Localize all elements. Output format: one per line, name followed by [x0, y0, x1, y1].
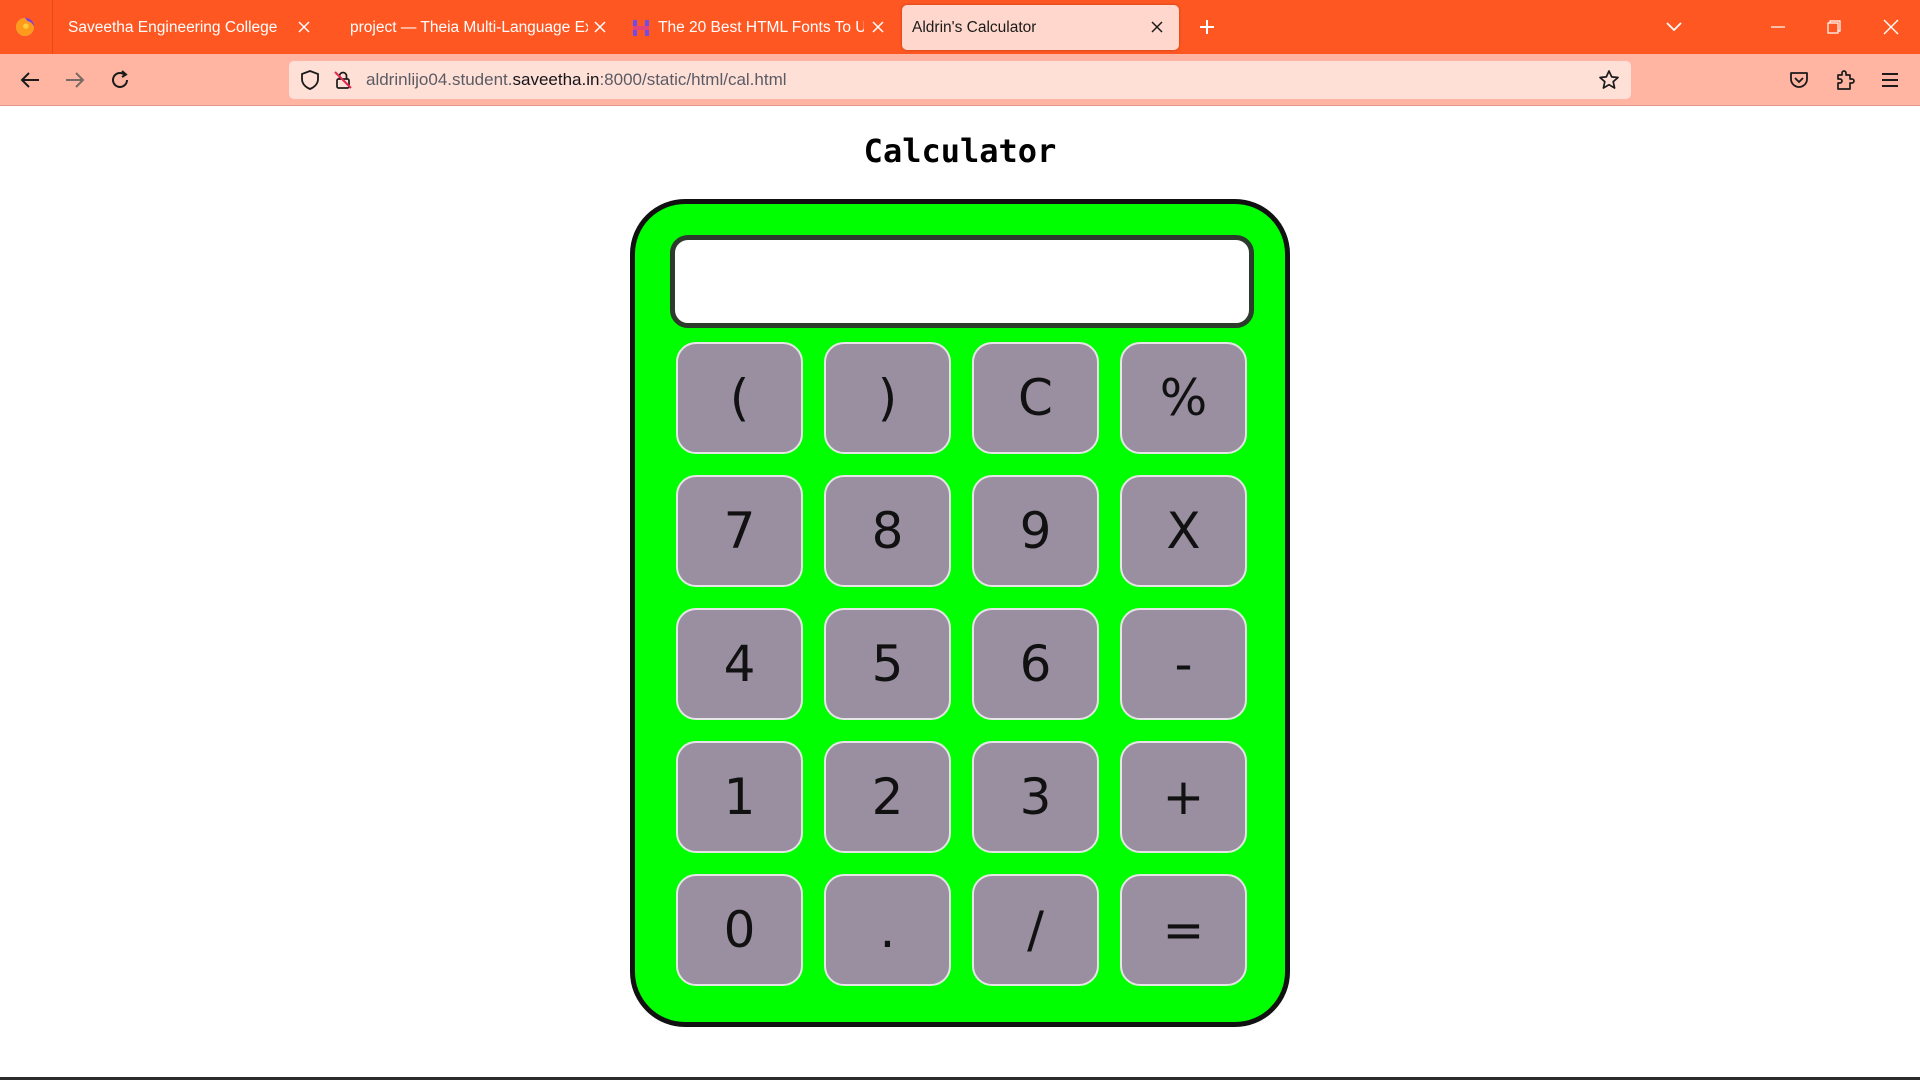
key-multiply[interactable]: X: [1120, 475, 1247, 587]
site-favicon-icon: [633, 19, 649, 36]
tab-title: The 20 Best HTML Fonts To Use: [658, 18, 864, 36]
key-equals[interactable]: =: [1120, 874, 1247, 986]
key-6[interactable]: 6: [972, 608, 1099, 720]
window-close-icon[interactable]: [1876, 12, 1906, 42]
tab-theia-project[interactable]: project — Theia Multi-Language Ex: [340, 5, 610, 50]
bookmark-star-icon[interactable]: [1597, 68, 1621, 92]
calculator-keypad: ( ) C % 7 8 9 X 4 5 6 - 1 2 3 + 0 . / =: [676, 342, 1254, 986]
calculator-body: ( ) C % 7 8 9 X 4 5 6 - 1 2 3 + 0 . / =: [630, 199, 1290, 1027]
tab-title: Aldrin's Calculator: [912, 18, 1037, 36]
key-close-paren[interactable]: ): [824, 342, 951, 454]
key-subtract[interactable]: -: [1120, 608, 1247, 720]
restore-icon[interactable]: [1819, 12, 1849, 42]
url-prefix: aldrinlijo04.student.: [366, 70, 513, 89]
key-1[interactable]: 1: [676, 741, 803, 853]
forward-arrow-icon[interactable]: [59, 64, 91, 96]
key-open-paren[interactable]: (: [676, 342, 803, 454]
tab-title: Saveetha Engineering College: [68, 18, 278, 36]
key-4[interactable]: 4: [676, 608, 803, 720]
insecure-lock-icon[interactable]: [331, 68, 355, 92]
key-decimal[interactable]: .: [824, 874, 951, 986]
extensions-puzzle-icon[interactable]: [1829, 64, 1861, 96]
key-0[interactable]: 0: [676, 874, 803, 986]
tab-separator: [52, 0, 53, 54]
key-5[interactable]: 5: [824, 608, 951, 720]
tab-title: project — Theia Multi-Language Ex: [350, 18, 588, 36]
firefox-icon[interactable]: [13, 15, 37, 39]
calculator-display[interactable]: [670, 235, 1254, 328]
new-tab-plus-icon[interactable]: [1194, 14, 1220, 40]
reload-icon[interactable]: [104, 64, 136, 96]
close-icon[interactable]: [294, 17, 314, 37]
back-arrow-icon[interactable]: [14, 64, 46, 96]
list-all-tabs-chevron-down-icon[interactable]: [1659, 12, 1689, 42]
tab-html-fonts[interactable]: The 20 Best HTML Fonts To Use: [628, 5, 888, 50]
tab-saveetha[interactable]: Saveetha Engineering College: [56, 5, 326, 50]
url-suffix: :8000/static/html/cal.html: [599, 70, 787, 89]
key-8[interactable]: 8: [824, 475, 951, 587]
close-icon[interactable]: [1147, 17, 1167, 37]
key-2[interactable]: 2: [824, 741, 951, 853]
pocket-icon[interactable]: [1783, 64, 1815, 96]
key-add[interactable]: +: [1120, 741, 1247, 853]
key-3[interactable]: 3: [972, 741, 1099, 853]
page-title: Calculator: [863, 132, 1057, 170]
key-clear[interactable]: C: [972, 342, 1099, 454]
key-percent[interactable]: %: [1120, 342, 1247, 454]
tracking-protection-shield-icon[interactable]: [298, 68, 322, 92]
tab-aldrins-calculator[interactable]: Aldrin's Calculator: [902, 5, 1179, 50]
address-bar[interactable]: aldrinlijo04.student.saveetha.in:8000/st…: [289, 61, 1631, 99]
tab-strip: Saveetha Engineering College project — T…: [0, 0, 1920, 54]
url-text[interactable]: aldrinlijo04.student.saveetha.in:8000/st…: [366, 61, 787, 99]
navigation-toolbar: aldrinlijo04.student.saveetha.in:8000/st…: [0, 54, 1920, 106]
close-icon[interactable]: [868, 17, 888, 37]
minimize-icon[interactable]: [1763, 12, 1793, 42]
key-9[interactable]: 9: [972, 475, 1099, 587]
url-host: saveetha.in: [512, 70, 600, 89]
key-7[interactable]: 7: [676, 475, 803, 587]
close-icon[interactable]: [590, 17, 610, 37]
key-divide[interactable]: /: [972, 874, 1099, 986]
menu-hamburger-icon[interactable]: [1874, 64, 1906, 96]
